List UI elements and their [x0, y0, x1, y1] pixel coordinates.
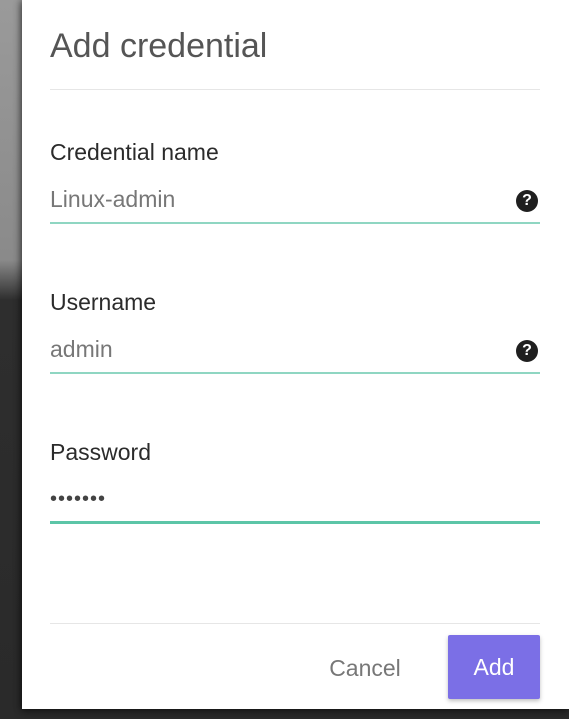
dialog-title: Add credential	[50, 27, 268, 65]
credential-name-underline	[50, 222, 540, 224]
password-input[interactable]: •••••••	[50, 484, 540, 524]
header-divider	[50, 89, 540, 90]
password-value: •••••••	[50, 488, 107, 510]
username-field: Username admin ?	[50, 288, 540, 374]
username-input[interactable]: admin ?	[50, 334, 540, 374]
credential-name-label: Credential name	[50, 139, 219, 165]
password-field: Password •••••••	[50, 438, 540, 524]
add-button[interactable]: Add	[448, 635, 540, 699]
password-underline	[50, 521, 540, 524]
username-underline	[50, 372, 540, 374]
credential-name-input[interactable]: Linux-admin ?	[50, 184, 540, 224]
password-label: Password	[50, 439, 151, 465]
credential-name-value: Linux-admin	[50, 186, 176, 212]
cancel-button[interactable]: Cancel	[310, 644, 420, 692]
question-circle-icon[interactable]: ?	[516, 190, 538, 212]
question-circle-icon[interactable]: ?	[516, 340, 538, 362]
username-value: admin	[50, 336, 113, 362]
footer-divider	[50, 623, 540, 624]
credential-name-field: Credential name Linux-admin ?	[50, 138, 540, 224]
add-credential-dialog: Add credential Credential name Linux-adm…	[22, 0, 569, 709]
username-label: Username	[50, 289, 157, 315]
